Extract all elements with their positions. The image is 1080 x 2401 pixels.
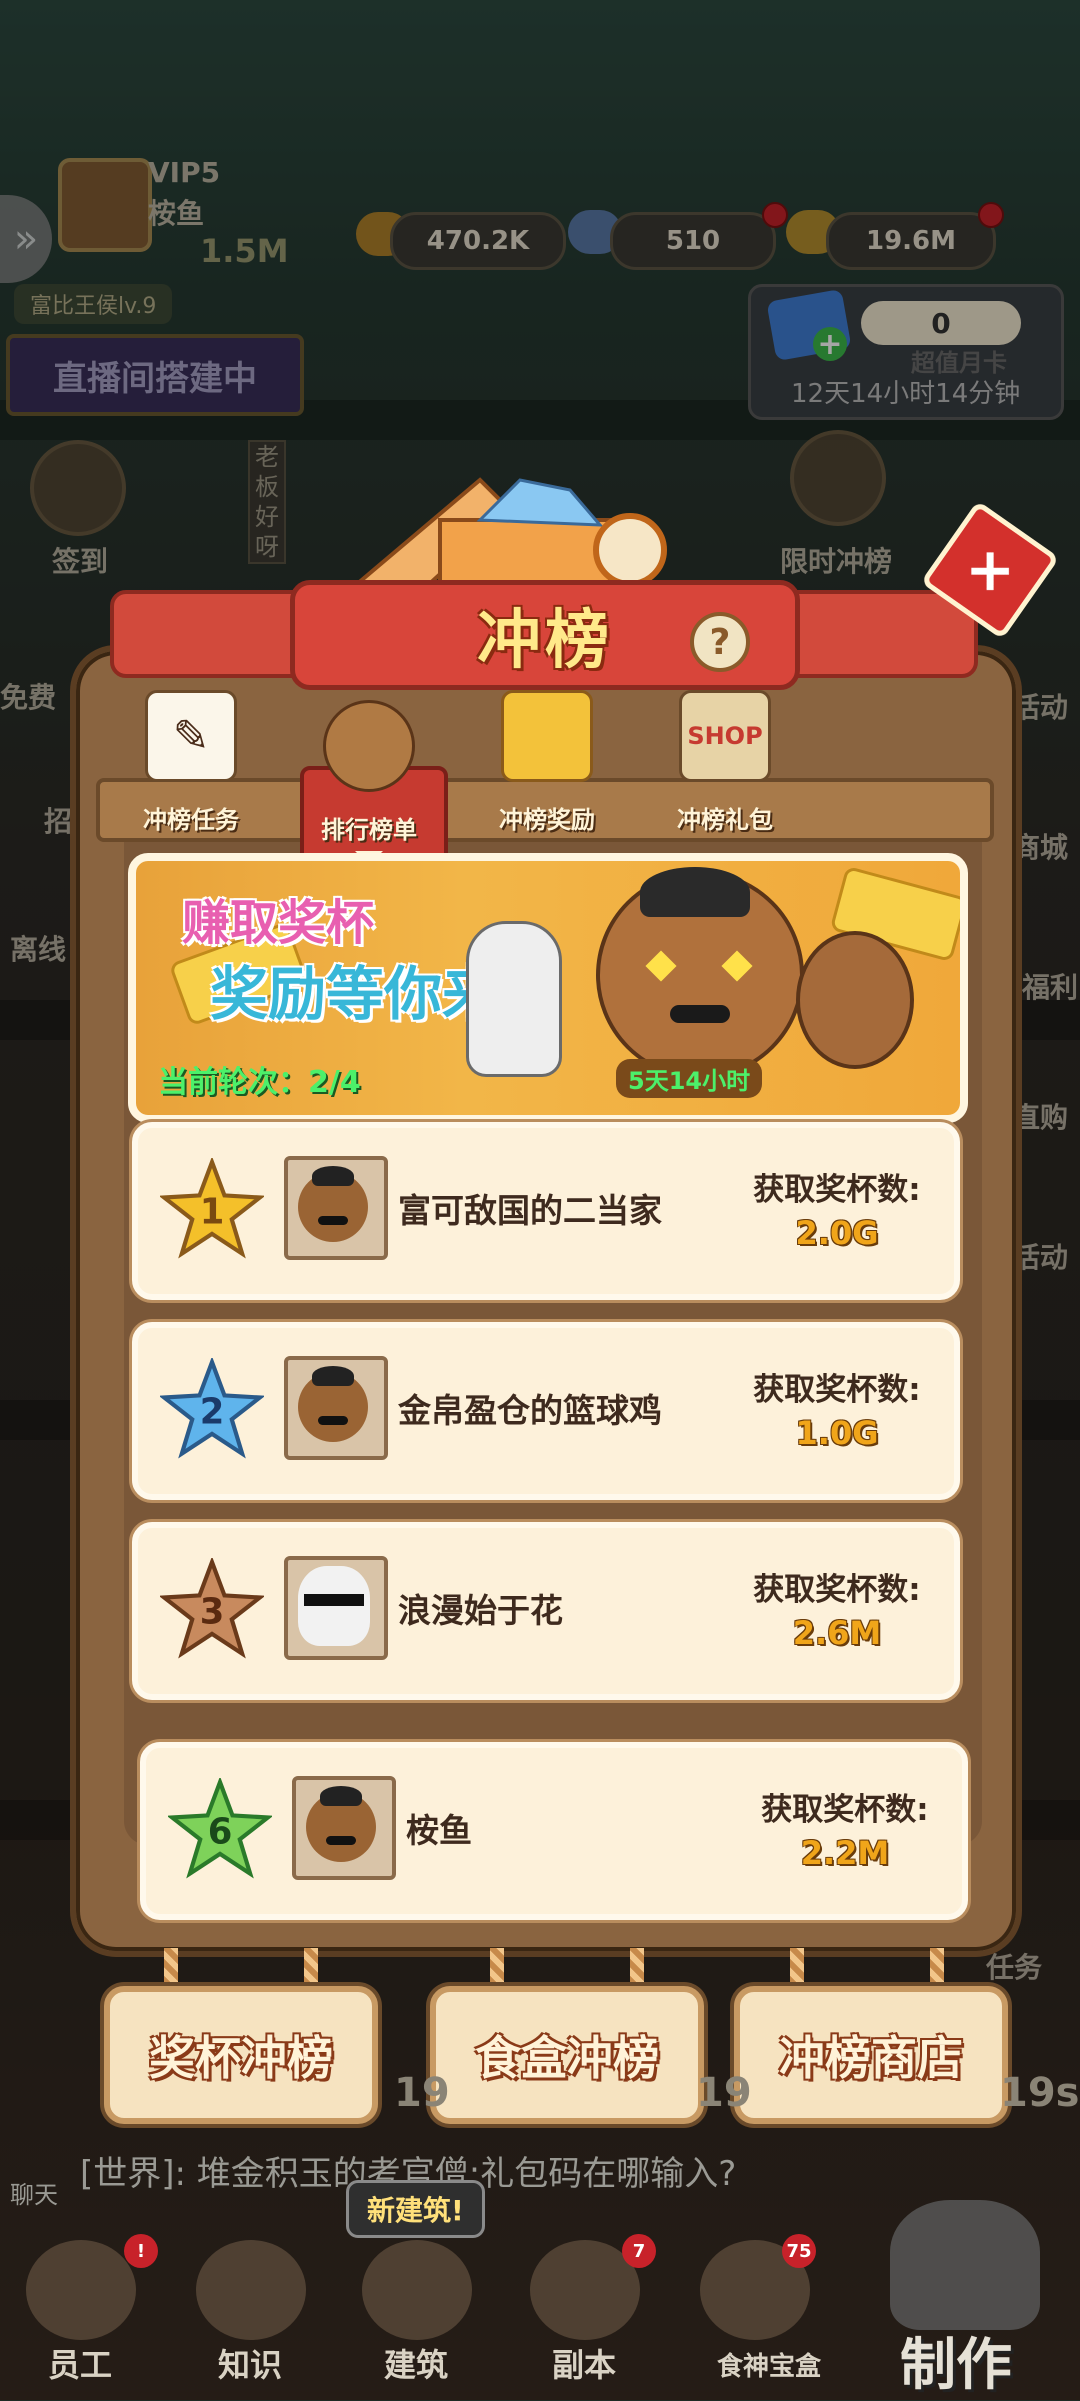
nav-building[interactable]: 建筑: [346, 2340, 486, 2386]
stopwatch-icon: [593, 513, 667, 587]
knowledge-icon[interactable]: [196, 2240, 306, 2340]
sparkle-eye-icon: [645, 950, 677, 982]
bear-mustache-avatar-icon: [306, 1786, 376, 1862]
trophy-count-label: 获取奖杯数:: [753, 1372, 921, 1408]
document-quill-icon: ✎: [145, 690, 237, 782]
my-rank-row[interactable]: 6 桉鱼 获取奖杯数: 2.2M: [140, 1742, 968, 1920]
shop-stall-icon: SHOP: [679, 690, 771, 782]
rank-row[interactable]: 2 金帛盈仓的篮球鸡 获取奖杯数: 1.0G: [132, 1322, 960, 1500]
trophy-count-label: 获取奖杯数:: [753, 1172, 921, 1208]
help-button[interactable]: ?: [690, 612, 750, 672]
rank-number: 3: [200, 1592, 225, 1633]
trophy-count-value: 1.0G: [795, 1414, 879, 1452]
bunny-character: [466, 921, 562, 1077]
make-button[interactable]: 制作: [900, 2320, 1012, 2401]
player-avatar[interactable]: [284, 1356, 388, 1460]
player-name: 富可敌国的二当家: [398, 1191, 662, 1230]
clown-bear-character: [796, 931, 914, 1069]
tab-rank-tasks[interactable]: ✎ 冲榜任务: [106, 690, 276, 840]
my-avatar[interactable]: [292, 1776, 396, 1880]
chat-label[interactable]: 聊天: [10, 2175, 58, 2210]
rank-shop-button[interactable]: 冲榜商店: [734, 1986, 1008, 2124]
my-name: 桉鱼: [406, 1811, 472, 1850]
bear-mascot-icon: [323, 700, 415, 792]
mustache-icon: [670, 1005, 730, 1023]
trophy-count-label: 获取奖杯数:: [761, 1792, 929, 1828]
cooking-pot-icon[interactable]: [890, 2200, 1040, 2330]
staff-icon[interactable]: [26, 2240, 136, 2340]
bear-boss-character: [596, 867, 804, 1079]
new-building-tip: 新建筑!: [346, 2180, 485, 2238]
event-banner: 赚取奖杯 奖励等你来领 当前轮次：2/4 5天14小时: [128, 853, 968, 1123]
rank-shop-label: 冲榜商店: [779, 2031, 963, 2085]
food-box-rank-label: 食盒冲榜: [475, 2031, 659, 2085]
sparkle-eye-icon: [721, 950, 753, 982]
tab-label: 冲榜礼包: [677, 806, 773, 834]
trophy-count-label: 获取奖杯数:: [753, 1572, 921, 1608]
tab-label: 排行榜单: [321, 816, 417, 844]
trophy-count-value: 2.6M: [792, 1614, 882, 1652]
bg-timer: 19s: [1000, 2070, 1080, 2116]
trophy-count-value: 2.2M: [800, 1834, 890, 1872]
beret-icon: [640, 867, 750, 917]
event-countdown: 5天14小时: [616, 1059, 763, 1098]
shop-icon-text: SHOP: [687, 722, 763, 750]
nav-dungeon[interactable]: 副本: [514, 2340, 654, 2386]
tab-rank-gift-pack[interactable]: SHOP 冲榜礼包: [640, 690, 810, 840]
rank-2-star-icon: 2: [160, 1358, 264, 1459]
player-avatar[interactable]: [284, 1556, 388, 1660]
trophy-rank-label: 奖杯冲榜: [149, 2031, 333, 2085]
rank-row[interactable]: 1 富可敌国的二当家 获取奖杯数: 2.0G: [132, 1122, 960, 1300]
player-name: 金帛盈仓的篮球鸡: [398, 1391, 662, 1430]
tab-label: 冲榜奖励: [499, 806, 595, 834]
gift-gems: [476, 478, 604, 527]
treasure-icon: [501, 690, 593, 782]
trophy-rank-button[interactable]: 奖杯冲榜: [104, 1986, 378, 2124]
player-avatar[interactable]: [284, 1156, 388, 1260]
treasure-box-badge: 75: [782, 2234, 816, 2268]
bear-mustache-avatar-icon: [298, 1166, 368, 1242]
rank-number: 2: [200, 1392, 225, 1433]
current-round: 当前轮次：2/4: [158, 1057, 361, 1101]
player-name: 浪漫始于花: [398, 1591, 563, 1630]
rank-number: 6: [208, 1812, 233, 1853]
tab-rank-rewards[interactable]: 冲榜奖励: [462, 690, 632, 840]
building-icon[interactable]: [362, 2240, 472, 2340]
panel-title: 冲榜: [477, 604, 613, 678]
rank-row[interactable]: 3 浪漫始于花 获取奖杯数: 2.6M: [132, 1522, 960, 1700]
current-round-value: 2/4: [308, 1065, 361, 1100]
tab-label: 冲榜任务: [143, 806, 239, 834]
dungeon-badge: 7: [622, 2234, 656, 2268]
trophy-count-value: 2.0G: [795, 1214, 879, 1252]
tab-leaderboard[interactable]: 排行榜单: [284, 700, 454, 874]
rank-number: 1: [200, 1192, 225, 1233]
close-icon: +: [964, 535, 1016, 605]
rank-6-star-icon: 6: [168, 1778, 272, 1879]
staff-badge: !: [124, 2234, 158, 2268]
nav-knowledge[interactable]: 知识: [180, 2340, 320, 2386]
white-hair-avatar-icon: [298, 1566, 370, 1646]
bg-timer: 19: [696, 2070, 752, 2116]
nav-staff[interactable]: 员工: [10, 2340, 150, 2386]
rank-3-star-icon: 3: [160, 1558, 264, 1659]
bg-timer: 19: [394, 2070, 450, 2116]
food-box-rank-button[interactable]: 食盒冲榜: [430, 1986, 704, 2124]
current-round-label: 当前轮次：: [158, 1065, 308, 1100]
rank-1-star-icon: 1: [160, 1158, 264, 1259]
banner-headline: 赚取奖杯: [182, 895, 375, 951]
nav-treasure-box[interactable]: 食神宝盒: [694, 2346, 844, 2383]
bear-mustache-avatar-icon: [298, 1366, 368, 1442]
